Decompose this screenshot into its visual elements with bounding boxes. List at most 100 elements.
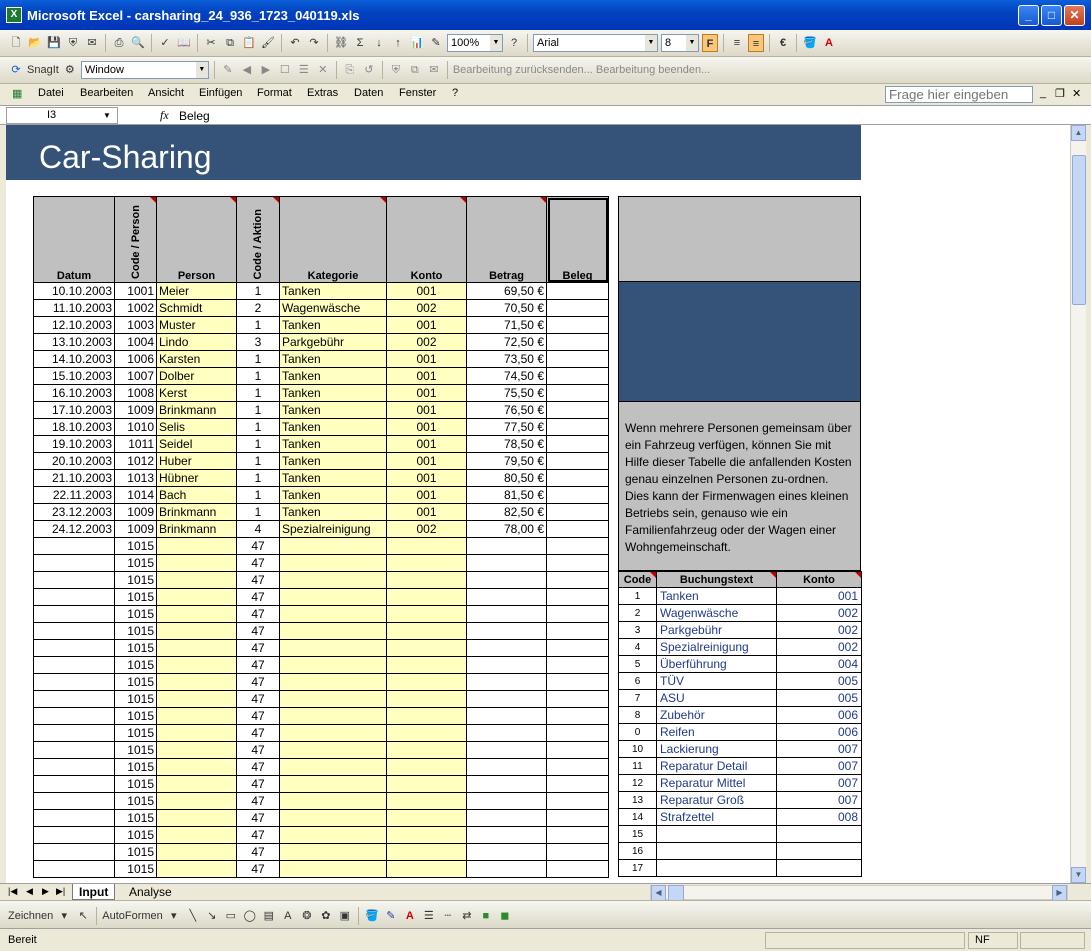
cell-beleg[interactable] — [546, 452, 609, 470]
rectangle-icon[interactable]: ▭ — [223, 907, 239, 925]
cell-person[interactable] — [156, 775, 237, 793]
cell-betrag[interactable] — [466, 673, 547, 691]
permission-icon[interactable]: ⛨ — [65, 34, 81, 52]
hyperlink-icon[interactable]: ⛓ — [333, 34, 349, 52]
code-konto-cell[interactable]: 004 — [776, 655, 862, 673]
cell-code-person[interactable]: 1012 — [114, 452, 157, 470]
cell-code-person[interactable]: 1015 — [114, 571, 157, 589]
cell-konto[interactable] — [386, 690, 467, 708]
cell-datum[interactable]: 21.10.2003 — [33, 469, 115, 487]
font-color-icon[interactable]: A — [402, 907, 418, 925]
snagit-button[interactable]: SnagIt — [27, 61, 59, 79]
dash-style-icon[interactable]: ┄ — [440, 907, 456, 925]
cell-betrag[interactable] — [466, 605, 547, 623]
header-person[interactable]: Person — [156, 196, 237, 283]
cell-beleg[interactable] — [546, 469, 609, 487]
cell-betrag[interactable] — [466, 622, 547, 640]
chart-wizard-icon[interactable]: 📊 — [409, 34, 425, 52]
horizontal-scrollbar[interactable]: ◀ ▶ — [650, 885, 1068, 901]
cell-code-person[interactable]: 1015 — [114, 826, 157, 844]
cell-code-aktion[interactable]: 47 — [236, 605, 280, 623]
code-text-cell[interactable] — [656, 842, 777, 860]
show-comment-icon[interactable]: ☐ — [277, 61, 293, 79]
cell-code-aktion[interactable]: 47 — [236, 554, 280, 572]
cell-datum[interactable] — [33, 843, 115, 861]
code-text-cell[interactable]: Reparatur Detail — [656, 757, 777, 775]
cell-beleg[interactable] — [546, 792, 609, 810]
email-icon[interactable]: ✉ — [84, 34, 100, 52]
cell-konto[interactable] — [386, 860, 467, 878]
cell-code-person[interactable]: 1015 — [114, 809, 157, 827]
cell-code-aktion[interactable]: 1 — [236, 503, 280, 521]
open-icon[interactable]: 📂 — [27, 34, 43, 52]
cell-kategorie[interactable] — [279, 860, 387, 878]
menu-bearbeiten[interactable]: Bearbeiten — [80, 87, 133, 99]
cell-konto[interactable]: 001 — [386, 401, 467, 419]
cell-konto[interactable] — [386, 792, 467, 810]
cell-code-person[interactable]: 1015 — [114, 690, 157, 708]
cell-konto[interactable] — [386, 707, 467, 725]
name-box[interactable]: I3 ▼ — [6, 107, 118, 124]
cell-kategorie[interactable]: Tanken — [279, 367, 387, 385]
cell-beleg[interactable] — [546, 622, 609, 640]
cell-code-person[interactable]: 1009 — [114, 520, 157, 538]
cell-kategorie[interactable] — [279, 622, 387, 640]
bold-button[interactable]: F — [702, 34, 718, 52]
code-konto-cell[interactable] — [776, 842, 862, 860]
cell-beleg[interactable] — [546, 316, 609, 334]
cell-beleg[interactable] — [546, 554, 609, 572]
cell-konto[interactable]: 002 — [386, 299, 467, 317]
save-icon[interactable]: 💾 — [46, 34, 62, 52]
code-text-cell[interactable]: Reparatur Groß — [656, 791, 777, 809]
code-cell[interactable]: 6 — [618, 672, 657, 690]
cell-datum[interactable] — [33, 758, 115, 776]
cell-code-aktion[interactable]: 1 — [236, 435, 280, 453]
cell-code-aktion[interactable]: 47 — [236, 707, 280, 725]
cell-code-aktion[interactable]: 1 — [236, 469, 280, 487]
cell-beleg[interactable] — [546, 486, 609, 504]
cell-person[interactable]: Brinkmann — [156, 401, 237, 419]
cell-code-person[interactable]: 1015 — [114, 656, 157, 674]
cell-beleg[interactable] — [546, 690, 609, 708]
cell-konto[interactable] — [386, 537, 467, 555]
cell-kategorie[interactable] — [279, 656, 387, 674]
cell-code-aktion[interactable]: 47 — [236, 724, 280, 742]
vertical-scrollbar[interactable]: ▲ ▼ — [1070, 125, 1086, 883]
cell-konto[interactable]: 001 — [386, 435, 467, 453]
cell-kategorie[interactable]: Tanken — [279, 435, 387, 453]
code-konto-cell[interactable]: 005 — [776, 672, 862, 690]
cell-betrag[interactable]: 69,50 € — [466, 282, 547, 300]
cell-betrag[interactable]: 78,50 € — [466, 435, 547, 453]
cell-betrag[interactable] — [466, 588, 547, 606]
cell-code-person[interactable]: 1007 — [114, 367, 157, 385]
cell-konto[interactable]: 002 — [386, 333, 467, 351]
first-sheet-icon[interactable]: |◀ — [8, 886, 17, 897]
cell-datum[interactable] — [33, 639, 115, 657]
cell-datum[interactable]: 10.10.2003 — [33, 282, 115, 300]
cell-konto[interactable] — [386, 673, 467, 691]
cell-kategorie[interactable] — [279, 571, 387, 589]
code-konto-cell[interactable]: 002 — [776, 621, 862, 639]
cell-person[interactable] — [156, 690, 237, 708]
formula-input[interactable]: Beleg — [179, 109, 210, 123]
cell-kategorie[interactable] — [279, 605, 387, 623]
cell-kategorie[interactable] — [279, 673, 387, 691]
cell-beleg[interactable] — [546, 809, 609, 827]
cell-beleg[interactable] — [546, 418, 609, 436]
cell-beleg[interactable] — [546, 758, 609, 776]
cell-code-person[interactable]: 1015 — [114, 792, 157, 810]
code-cell[interactable]: 17 — [618, 859, 657, 877]
cell-betrag[interactable] — [466, 656, 547, 674]
print-icon[interactable]: ⎙ — [111, 34, 127, 52]
code-text-cell[interactable]: Zubehör — [656, 706, 777, 724]
cell-code-aktion[interactable]: 47 — [236, 758, 280, 776]
cell-code-aktion[interactable]: 1 — [236, 282, 280, 300]
cell-konto[interactable]: 001 — [386, 384, 467, 402]
cell-betrag[interactable] — [466, 690, 547, 708]
cell-code-person[interactable]: 1004 — [114, 333, 157, 351]
cell-kategorie[interactable]: Tanken — [279, 282, 387, 300]
cell-datum[interactable] — [33, 792, 115, 810]
cell-person[interactable] — [156, 792, 237, 810]
code-cell[interactable]: 5 — [618, 655, 657, 673]
cell-kategorie[interactable] — [279, 843, 387, 861]
